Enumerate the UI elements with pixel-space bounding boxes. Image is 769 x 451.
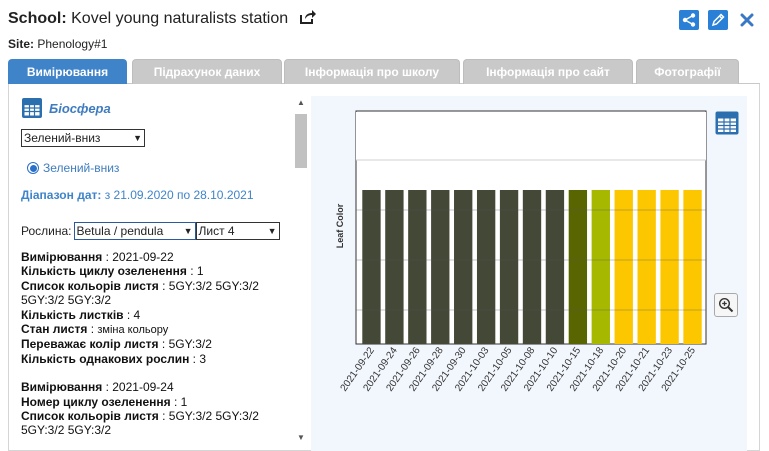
cycle-label: Номер циклу озеленення — [21, 394, 171, 409]
list-item: Вимірювання : 2021-09-22 Кількість циклу… — [21, 250, 259, 366]
biosphere-header: Біосфера — [21, 97, 297, 119]
measurement-panel: Біосфера Зелений-вниз ▼ Зелений-вниз Діа… — [9, 84, 311, 450]
page-title: School: Kovel young naturalists station — [8, 9, 317, 30]
bar — [591, 190, 610, 344]
y-axis-label: Leaf Color — [335, 203, 345, 248]
chart-panel: 2021-09-22 2021-09-24 2021-09-26 2021-09-28… — [311, 96, 747, 451]
bar — [614, 190, 633, 344]
protocol-radio-label: Зелений-вниз — [43, 161, 120, 175]
site-label: Site: — [8, 37, 35, 51]
bar — [362, 190, 381, 344]
leaf-select-value: Лист 4 — [198, 224, 235, 238]
school-label: School: — [8, 10, 67, 27]
colors-label: Список кольорів листя — [21, 409, 159, 424]
scrollbar-thumb[interactable] — [295, 114, 307, 168]
bar — [476, 190, 496, 344]
cycle-value: 1 — [196, 264, 204, 279]
measurement-label: Вимірювання — [21, 380, 103, 395]
tab-content: Біосфера Зелений-вниз ▼ Зелений-вниз Діа… — [8, 84, 760, 451]
table-icon[interactable] — [21, 97, 43, 119]
leaves-label: Кількість листків — [21, 307, 124, 322]
share-icon[interactable] — [679, 10, 699, 30]
state-value: зміна кольору — [97, 324, 169, 337]
date-range-label: Діапазон дат: — [21, 188, 102, 202]
chevron-down-icon: ▼ — [133, 133, 142, 143]
scrollbar[interactable]: ▲ ▼ — [295, 98, 307, 442]
colors-label: Список кольорів листя — [21, 278, 159, 293]
chevron-down-icon: ▼ — [267, 226, 277, 236]
bar — [683, 190, 702, 344]
measurement-label: Вимірювання — [21, 250, 103, 264]
leaf-select[interactable]: Лист 4 ▼ — [195, 222, 280, 240]
bar — [385, 190, 404, 344]
share-out-icon[interactable] — [299, 9, 317, 30]
radio-button[interactable] — [27, 162, 39, 174]
plot-top-band — [356, 112, 706, 160]
tab-site-info[interactable]: Інформація про сайт — [463, 59, 633, 84]
bar — [545, 190, 565, 344]
leaf-color-chart: 2021-09-222021-09-242021-09-262021-09-28… — [335, 110, 707, 394]
date-range: Діапазон дат: з 21.09.2020 по 28.10.2021 — [21, 188, 297, 202]
cycle-value: 1 — [180, 394, 188, 409]
school-name: Kovel young naturalists station — [71, 10, 289, 27]
protocol-radio-option[interactable]: Зелений-вниз — [27, 161, 297, 175]
state-label: Стан листя — [21, 322, 88, 337]
scroll-up-icon[interactable]: ▲ — [297, 98, 305, 107]
measurement-list: Вимірювання : 2021-09-22 Кількість циклу… — [21, 250, 297, 438]
tab-data-count[interactable]: Підрахунок даних — [132, 59, 282, 84]
plant-row: Рослина: Betula / pendula ▼ Лист 4 ▼ — [21, 222, 297, 240]
protocol-select-value: Зелений-вниз — [24, 131, 101, 145]
same-value: 3 — [199, 351, 207, 366]
protocol-select[interactable]: Зелений-вниз ▼ — [21, 129, 145, 147]
cycle-label: Кількість циклу озеленення — [21, 264, 187, 279]
leaves-value: 4 — [133, 307, 141, 322]
plant-select[interactable]: Betula / pendula ▼ — [73, 222, 196, 240]
tab-bar: Вимірювання Підрахунок даних Інформація … — [8, 59, 760, 84]
chevron-down-icon: ▼ — [183, 226, 193, 236]
biosphere-title: Біосфера — [49, 100, 111, 116]
scroll-down-icon[interactable]: ▼ — [297, 433, 305, 442]
dominant-label: Переважає колір листя — [21, 337, 159, 352]
table-icon[interactable] — [715, 111, 739, 140]
same-label: Кількість однакових рослин — [21, 351, 190, 366]
dominant-value: 5GY:3/2 — [168, 337, 212, 352]
edit-icon[interactable] — [708, 10, 728, 30]
zoom-icon[interactable] — [714, 293, 738, 317]
date-range-value: з 21.09.2020 по 28.10.2021 — [104, 188, 254, 202]
close-icon[interactable] — [737, 10, 757, 30]
header-actions — [679, 10, 757, 30]
list-item: Вимірювання : 2021-09-24 Номер циклу озе… — [21, 380, 259, 438]
bar — [660, 190, 679, 344]
tab-school-info[interactable]: Інформація про школу — [284, 59, 460, 84]
bar — [499, 190, 519, 344]
bar — [454, 190, 473, 344]
measurement-date: 2021-09-22 — [112, 250, 174, 264]
bar — [408, 190, 427, 344]
tab-photos[interactable]: Фотографії — [636, 59, 739, 84]
site-name: Phenology#1 — [37, 37, 108, 51]
bar — [637, 190, 656, 344]
tab-measurements[interactable]: Вимірювання — [8, 59, 127, 84]
plant-select-value: Betula / pendula — [76, 224, 164, 238]
bar — [568, 190, 588, 344]
bar — [431, 190, 450, 344]
plant-label: Рослина: — [21, 224, 72, 238]
site-line: Site: Phenology#1 — [8, 37, 107, 51]
bar — [522, 190, 542, 344]
measurement-date: 2021-09-24 — [112, 380, 174, 395]
